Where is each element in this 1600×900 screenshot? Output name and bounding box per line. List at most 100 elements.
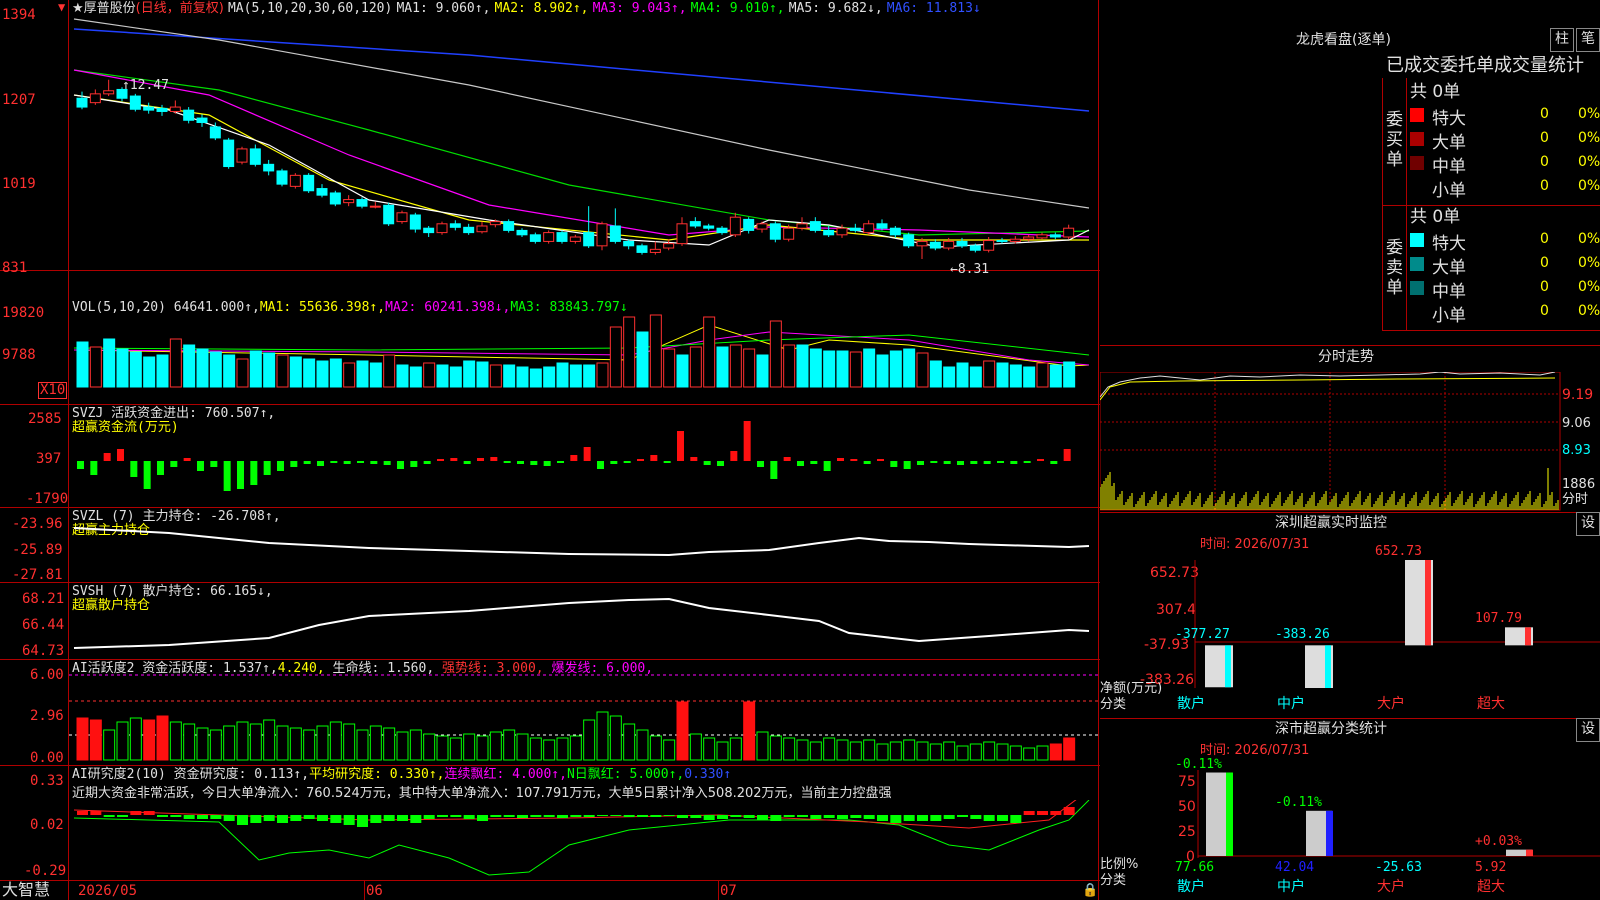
svzj-bar <box>810 461 818 464</box>
volume-bar <box>983 360 996 388</box>
class-cat-label: 分类 <box>1100 873 1127 888</box>
svzj-bar <box>770 461 778 479</box>
candle-body <box>1023 236 1035 240</box>
ai2-ytick: -0.29 <box>24 863 67 879</box>
ai1-bar <box>489 731 502 761</box>
ai1-bar <box>76 717 89 761</box>
ai1-bar <box>983 741 996 761</box>
class-settings-button[interactable]: 设 <box>1576 718 1600 742</box>
svzj-ytick: 2585 <box>28 411 62 427</box>
svzj-bar <box>623 461 631 463</box>
ai2-bar <box>690 815 702 818</box>
candle-body <box>663 243 675 249</box>
monitor-settings-button[interactable]: 设 <box>1576 512 1600 536</box>
monitor-bar-edge <box>1425 560 1431 646</box>
ai2-chart[interactable] <box>69 800 1098 880</box>
ai2-bar <box>663 815 675 816</box>
ai1-bar <box>969 743 982 761</box>
svzl-chart[interactable] <box>69 508 1098 582</box>
monitor-value: -377.27 <box>1175 627 1230 643</box>
svzj-bar <box>503 461 511 463</box>
class-title: 深市超赢分类统计 <box>1275 721 1387 737</box>
ai1-bar <box>289 727 302 761</box>
monitor-unit: 净额(万元) <box>1100 681 1163 696</box>
ai2-bar <box>383 815 395 821</box>
volume-bar <box>609 326 622 388</box>
volume-bar <box>743 348 756 388</box>
monitor-cat-label: 分类 <box>1100 697 1127 712</box>
monitor-value: -383.26 <box>1275 627 1330 643</box>
candle-body <box>329 192 341 205</box>
svsh-chart[interactable] <box>69 583 1098 659</box>
svzj-bar <box>957 461 964 465</box>
ma1-value: MA1: 9.060↑, <box>396 1 491 16</box>
intraday-chart[interactable] <box>1100 372 1600 512</box>
order-class-name: 小单 <box>1432 306 1466 326</box>
monitor-chart[interactable] <box>1190 560 1600 700</box>
ai1-bar <box>823 737 836 761</box>
volume-bar <box>809 348 822 388</box>
ai2-bar <box>543 815 555 817</box>
candle-body <box>103 90 115 95</box>
lock-icon[interactable]: 🔒 <box>1082 883 1098 898</box>
candle-body <box>343 199 355 204</box>
volume-bar <box>503 364 516 388</box>
column-view-button[interactable]: 柱 <box>1550 28 1574 52</box>
order-color-swatch <box>1410 233 1424 247</box>
volume-bar <box>956 362 969 388</box>
candle-body <box>729 216 741 236</box>
order-count: 0 <box>1540 303 1549 319</box>
volume-bar <box>889 350 902 388</box>
candle-body <box>609 225 621 242</box>
order-color-swatch <box>1410 108 1424 122</box>
ai2-bar <box>877 815 888 821</box>
order-class-name: 特大 <box>1432 109 1466 129</box>
svzj-bar <box>663 461 671 463</box>
ai1-bar <box>556 737 569 761</box>
candle-body <box>169 106 181 112</box>
order-percent: 0% <box>1578 255 1600 271</box>
ai1-bar <box>729 737 742 761</box>
svzj-bar <box>677 431 684 461</box>
candle-body <box>423 227 435 234</box>
svzj-chart[interactable] <box>69 405 1098 507</box>
svzj-bar <box>210 461 218 467</box>
volume-bar <box>569 364 582 388</box>
candle-body <box>303 174 315 192</box>
tick-view-button[interactable]: 笔 <box>1576 28 1600 52</box>
ai1-bar <box>209 729 222 761</box>
svzj-bar <box>303 461 311 464</box>
svzl-line <box>73 527 1090 557</box>
candle-body <box>409 214 421 230</box>
candle-body <box>623 240 635 247</box>
svzj-bar <box>330 461 338 463</box>
settings-marker-icon[interactable]: ▼ <box>58 0 65 15</box>
ai1-bar <box>703 737 716 761</box>
ai2-ytick: 0.02 <box>30 817 64 833</box>
candle-body <box>1049 234 1061 238</box>
candle-body <box>903 234 915 247</box>
ai1-bar <box>809 741 822 761</box>
order-class-name: 大单 <box>1432 258 1466 278</box>
volume-chart[interactable] <box>69 310 1098 404</box>
candlestick-chart[interactable] <box>69 15 1098 270</box>
main-chart-area[interactable]: ▼ ★厚普股份(日线，前复权) MA(5,10,20,30,60,120) MA… <box>0 0 1100 900</box>
svzj-bar <box>450 458 458 461</box>
main-ytick: 831 <box>2 260 28 276</box>
volume-bar <box>1023 366 1036 388</box>
svzj-bars <box>77 421 1071 491</box>
candle-body <box>143 106 155 111</box>
candle-body <box>263 163 275 172</box>
ai2-bar <box>183 815 195 819</box>
candle-body <box>489 221 501 226</box>
ai1-bar <box>396 731 409 761</box>
volume-bar <box>516 366 529 388</box>
monitor-category: 超大 <box>1477 696 1505 712</box>
ma5-value: MA5: 9.682↓, <box>788 1 883 16</box>
star-icon[interactable]: ★ <box>72 1 84 16</box>
ai1-chart[interactable] <box>69 660 1098 765</box>
ai2-bar <box>117 815 128 817</box>
ai1-bar <box>543 739 556 761</box>
candle-body <box>769 223 781 240</box>
ai1-bar <box>303 729 316 761</box>
